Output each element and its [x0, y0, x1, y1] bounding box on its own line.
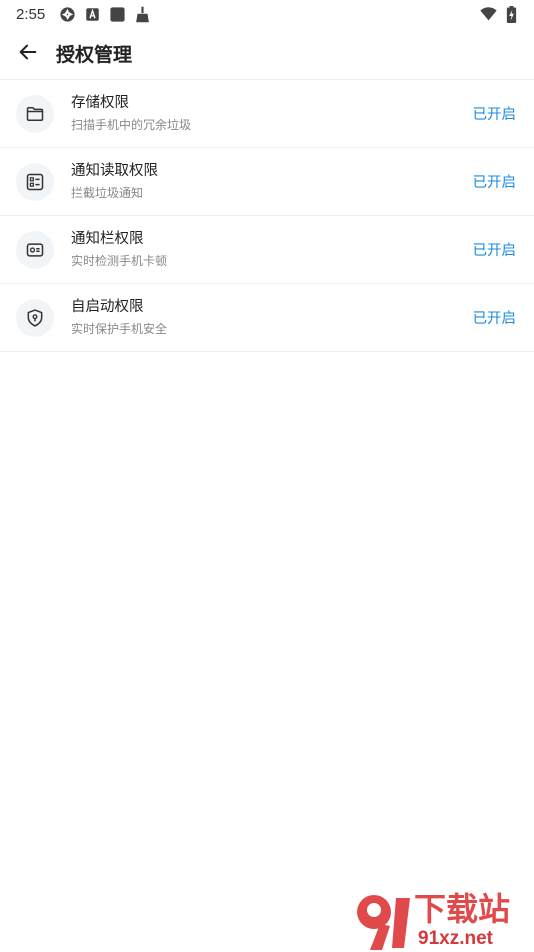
id-card-icon [16, 230, 54, 269]
folder-icon [16, 94, 54, 133]
status-bar: 2:55 [0, 0, 534, 28]
a-badge-icon [84, 6, 101, 23]
status-icons-left [59, 6, 151, 23]
permission-desc: 实时检测手机卡顿 [71, 254, 168, 268]
wifi-icon [480, 6, 497, 23]
permission-name: 通知读取权限 [71, 163, 158, 179]
aperture-icon [59, 6, 76, 23]
permission-desc: 实时保护手机安全 [71, 322, 168, 336]
back-button[interactable] [0, 28, 56, 80]
permission-desc: 扫描手机中的冗余垃圾 [71, 118, 192, 132]
status-icons-right [480, 5, 520, 23]
permission-status[interactable]: 已开启 [473, 239, 517, 260]
battery-charging-icon [503, 5, 520, 23]
watermark-logo [357, 895, 410, 950]
permission-desc: 拦截垃圾通知 [71, 186, 144, 200]
broom-icon [134, 6, 151, 23]
permission-item-storage[interactable]: 存储权限 扫描手机中的冗余垃圾 已开启 [0, 80, 534, 148]
permission-item-autostart[interactable]: 自启动权限 实时保护手机安全 已开启 [0, 284, 534, 352]
list-card-icon [16, 162, 54, 201]
status-time: 2:55 [16, 5, 46, 23]
permission-item-notification-read[interactable]: 通知读取权限 拦截垃圾通知 已开启 [0, 148, 534, 216]
permission-status[interactable]: 已开启 [473, 171, 517, 192]
permission-status[interactable]: 已开启 [473, 103, 517, 124]
watermark: 下载站 91xz.net [357, 890, 534, 952]
watermark-brand-cn: 下载站 [414, 890, 511, 928]
page-title: 授权管理 [56, 44, 133, 66]
permission-list: 存储权限 扫描手机中的冗余垃圾 已开启 通知读取权限 拦截垃圾通知 已开启 通知… [0, 80, 534, 352]
permission-name: 自启动权限 [71, 299, 144, 315]
arrow-left-icon [17, 41, 39, 67]
shield-icon [16, 298, 54, 337]
app-bar: 授权管理 [0, 28, 534, 80]
square-app-icon [109, 6, 126, 23]
permission-status[interactable]: 已开启 [473, 307, 517, 328]
permission-item-notification-bar[interactable]: 通知栏权限 实时检测手机卡顿 已开启 [0, 216, 534, 284]
watermark-brand-en: 91xz.net [418, 928, 493, 949]
permission-name: 存储权限 [71, 95, 129, 111]
permission-name: 通知栏权限 [71, 231, 144, 247]
